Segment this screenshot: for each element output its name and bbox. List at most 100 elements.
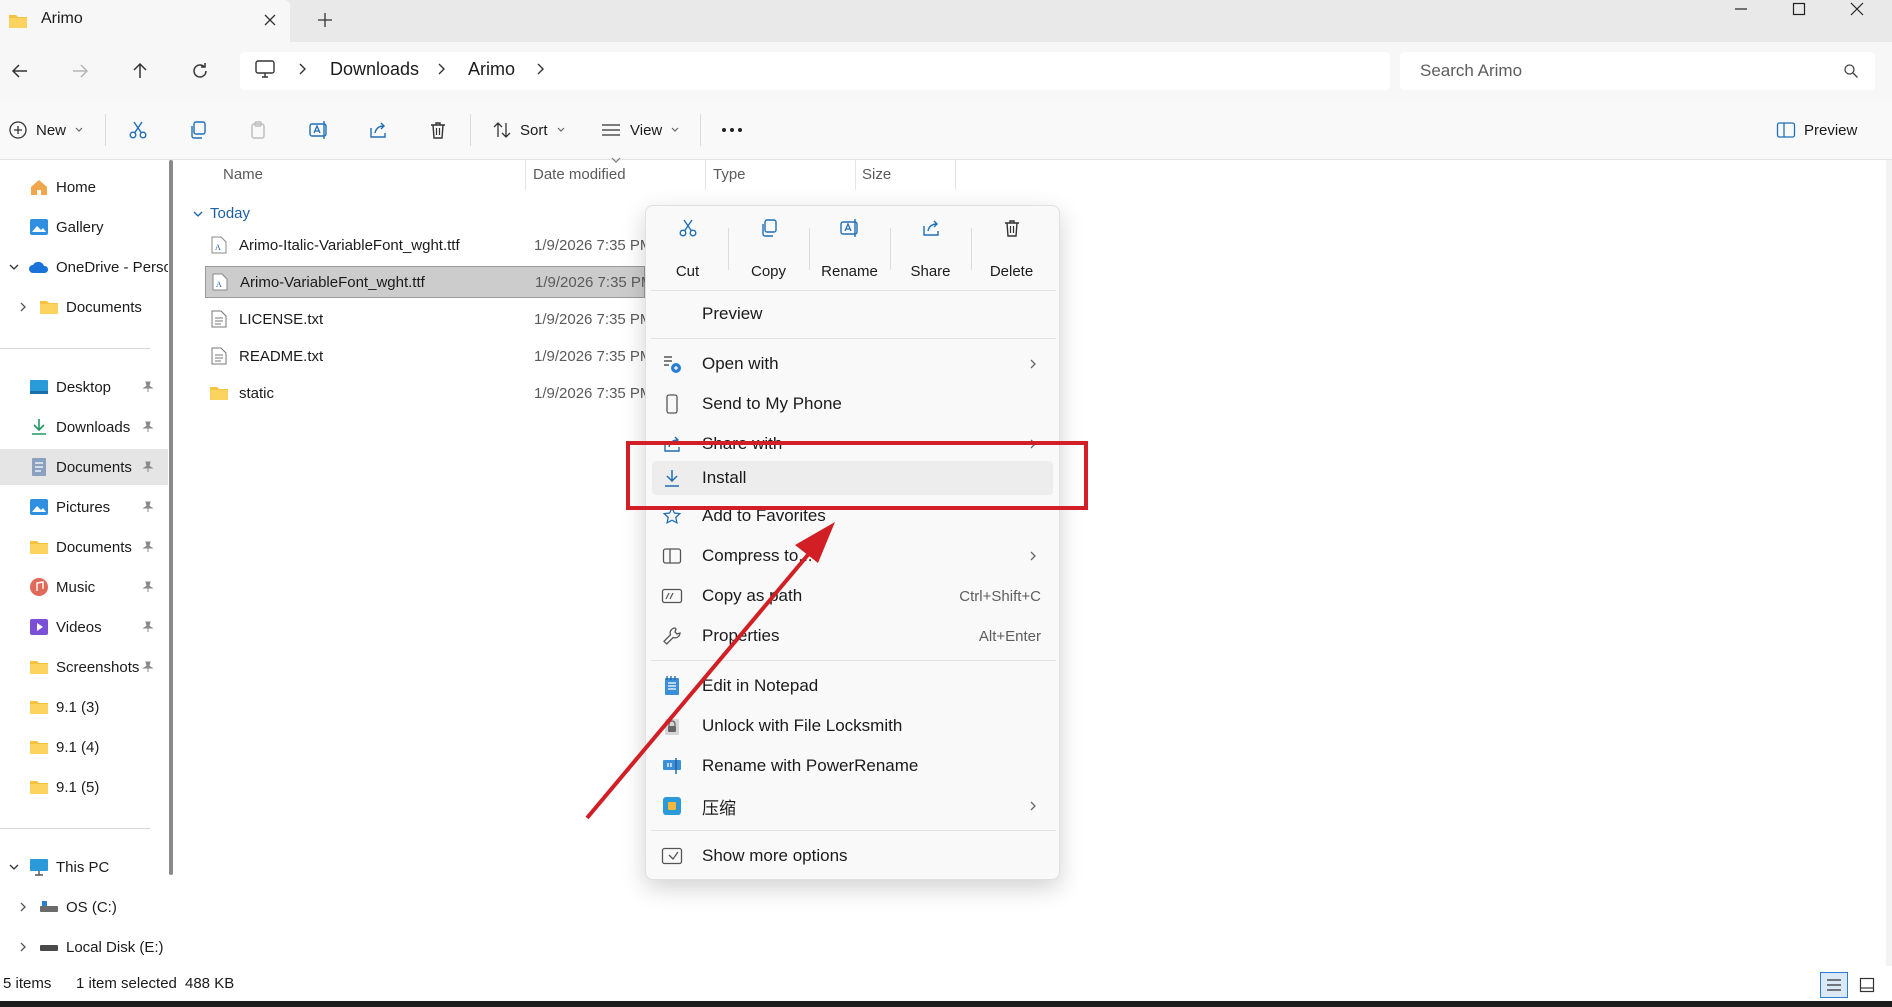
sidebar-item-documents-2[interactable]: Documents <box>0 529 168 565</box>
menu-item-unlock-locksmith[interactable]: Unlock with File Locksmith <box>652 708 1053 744</box>
sidebar-item-documents[interactable]: Documents <box>0 449 168 485</box>
pin-icon[interactable] <box>142 421 154 433</box>
column-divider[interactable] <box>525 160 526 190</box>
chevron-right-icon <box>436 62 448 76</box>
column-header-size[interactable]: Size <box>862 166 891 183</box>
preview-pane-button[interactable]: Preview <box>1776 116 1857 144</box>
group-header-today[interactable]: Today <box>192 205 250 222</box>
menu-item-copy-as-path[interactable]: Copy as path Ctrl+Shift+C <box>652 578 1053 614</box>
details-view-button[interactable] <box>1820 972 1848 998</box>
close-window-icon[interactable] <box>1828 0 1886 18</box>
chevron-right-icon[interactable] <box>18 301 38 313</box>
sidebar-item-onedrive-documents[interactable]: Documents <box>0 289 168 325</box>
pin-icon[interactable] <box>142 461 154 473</box>
pin-icon[interactable] <box>142 541 154 553</box>
monitor-icon[interactable] <box>254 59 276 79</box>
rename-action[interactable]: Rename <box>809 218 890 280</box>
delete-action[interactable]: Delete <box>971 218 1052 280</box>
menu-item-send-to-phone[interactable]: Send to My Phone <box>652 386 1053 422</box>
sidebar-item-folder-9-1-4[interactable]: 9.1 (4) <box>0 729 168 765</box>
chevron-right-icon[interactable] <box>18 941 38 953</box>
column-divider[interactable] <box>705 160 706 190</box>
column-header-date[interactable]: Date modified <box>533 166 626 183</box>
chevron-down-icon[interactable] <box>8 862 28 872</box>
paste-button[interactable] <box>248 116 268 144</box>
close-icon[interactable] <box>262 12 278 28</box>
pin-icon[interactable] <box>142 501 154 513</box>
annotation-highlight-box <box>626 441 1088 510</box>
forward-arrow-icon[interactable] <box>65 56 95 86</box>
chevron-right-icon[interactable] <box>18 901 38 913</box>
copy-action[interactable]: Copy <box>728 218 809 280</box>
new-button[interactable]: New <box>8 116 84 144</box>
file-row[interactable]: LICENSE.txt 1/9/2026 7:35 PM <box>205 303 652 335</box>
menu-item-properties[interactable]: Properties Alt+Enter <box>652 618 1053 654</box>
file-row[interactable]: README.txt 1/9/2026 7:35 PM <box>205 340 652 372</box>
chevron-down-icon <box>670 126 680 134</box>
search-input[interactable]: Search Arimo <box>1400 52 1875 90</box>
back-arrow-icon[interactable] <box>5 56 35 86</box>
shortcut-label: Alt+Enter <box>978 627 1041 645</box>
up-arrow-icon[interactable] <box>125 56 155 86</box>
more-options-button[interactable] <box>720 116 744 144</box>
sidebar-item-desktop[interactable]: Desktop <box>0 369 168 405</box>
column-divider[interactable] <box>855 160 856 190</box>
breadcrumb-arimo[interactable]: Arimo <box>468 59 515 80</box>
menu-item-preview[interactable]: Preview <box>652 296 1053 332</box>
pin-icon[interactable] <box>142 581 154 593</box>
sidebar-item-folder-9-1-5[interactable]: 9.1 (5) <box>0 769 168 805</box>
delete-button[interactable] <box>428 116 448 144</box>
tiles-view-button[interactable] <box>1856 974 1878 996</box>
menu-item-compress[interactable]: Compress to... <box>652 538 1053 574</box>
menu-label: Send to My Phone <box>702 394 842 413</box>
pin-icon[interactable] <box>142 661 154 673</box>
view-button[interactable]: View <box>600 116 680 144</box>
menu-item-show-more-options[interactable]: Show more options <box>652 838 1053 874</box>
sidebar-scrollbar[interactable] <box>169 160 173 875</box>
file-row-selected[interactable]: A Arimo-VariableFont_wght.ttf 1/9/2026 7… <box>205 266 653 298</box>
minimize-icon[interactable] <box>1712 0 1770 18</box>
sidebar-item-screenshots[interactable]: Screenshots <box>0 649 168 685</box>
column-divider[interactable] <box>955 160 956 190</box>
sidebar-item-gallery[interactable]: Gallery <box>0 209 168 245</box>
file-row[interactable]: static 1/9/2026 7:35 PM <box>205 377 652 409</box>
cut-button[interactable] <box>128 116 148 144</box>
chevron-down-icon[interactable] <box>8 262 28 272</box>
sidebar-item-folder-9-1-3[interactable]: 9.1 (3) <box>0 689 168 725</box>
sort-button[interactable]: Sort <box>492 116 566 144</box>
svg-text:A: A <box>216 280 222 289</box>
sidebar-item-home[interactable]: Home <box>0 169 168 205</box>
column-header-name[interactable]: Name <box>223 166 263 183</box>
menu-label: 压缩 <box>702 798 736 818</box>
share-button[interactable] <box>368 116 388 144</box>
tab-arimo[interactable]: Arimo <box>0 0 290 42</box>
menu-item-edit-notepad[interactable]: Edit in Notepad <box>652 668 1053 704</box>
file-row[interactable]: A Arimo-Italic-VariableFont_wght.ttf 1/9… <box>205 229 652 261</box>
pin-icon[interactable] <box>142 381 154 393</box>
sidebar-label: Videos <box>56 618 102 636</box>
share-action[interactable]: Share <box>890 218 971 280</box>
sidebar-item-pictures[interactable]: Pictures <box>0 489 168 525</box>
menu-item-open-with[interactable]: Open with <box>652 346 1053 382</box>
menu-item-power-rename[interactable]: Rename with PowerRename <box>652 748 1053 784</box>
scissors-icon <box>678 218 698 238</box>
plus-icon[interactable] <box>316 11 334 29</box>
chevron-right-icon[interactable] <box>535 62 547 76</box>
menu-item-compress-zh[interactable]: 压缩 <box>652 788 1053 824</box>
sidebar-item-local-disk-e[interactable]: Local Disk (E:) <box>0 929 168 965</box>
sidebar-item-videos[interactable]: Videos <box>0 609 168 645</box>
content-scrollbar[interactable] <box>1886 160 1892 966</box>
sidebar-item-onedrive[interactable]: OneDrive - Perso <box>0 249 168 285</box>
rename-button[interactable] <box>308 116 330 144</box>
sidebar-item-this-pc[interactable]: This PC <box>0 849 168 885</box>
refresh-icon[interactable] <box>185 56 215 86</box>
sidebar-item-music[interactable]: Music <box>0 569 168 605</box>
column-header-type[interactable]: Type <box>713 166 746 183</box>
breadcrumb-downloads[interactable]: Downloads <box>330 59 419 80</box>
cut-action[interactable]: Cut <box>647 218 728 280</box>
sidebar-item-downloads[interactable]: Downloads <box>0 409 168 445</box>
sidebar-item-os-c[interactable]: OS (C:) <box>0 889 168 925</box>
copy-button[interactable] <box>188 116 208 144</box>
pin-icon[interactable] <box>142 621 154 633</box>
maximize-icon[interactable] <box>1770 0 1828 18</box>
